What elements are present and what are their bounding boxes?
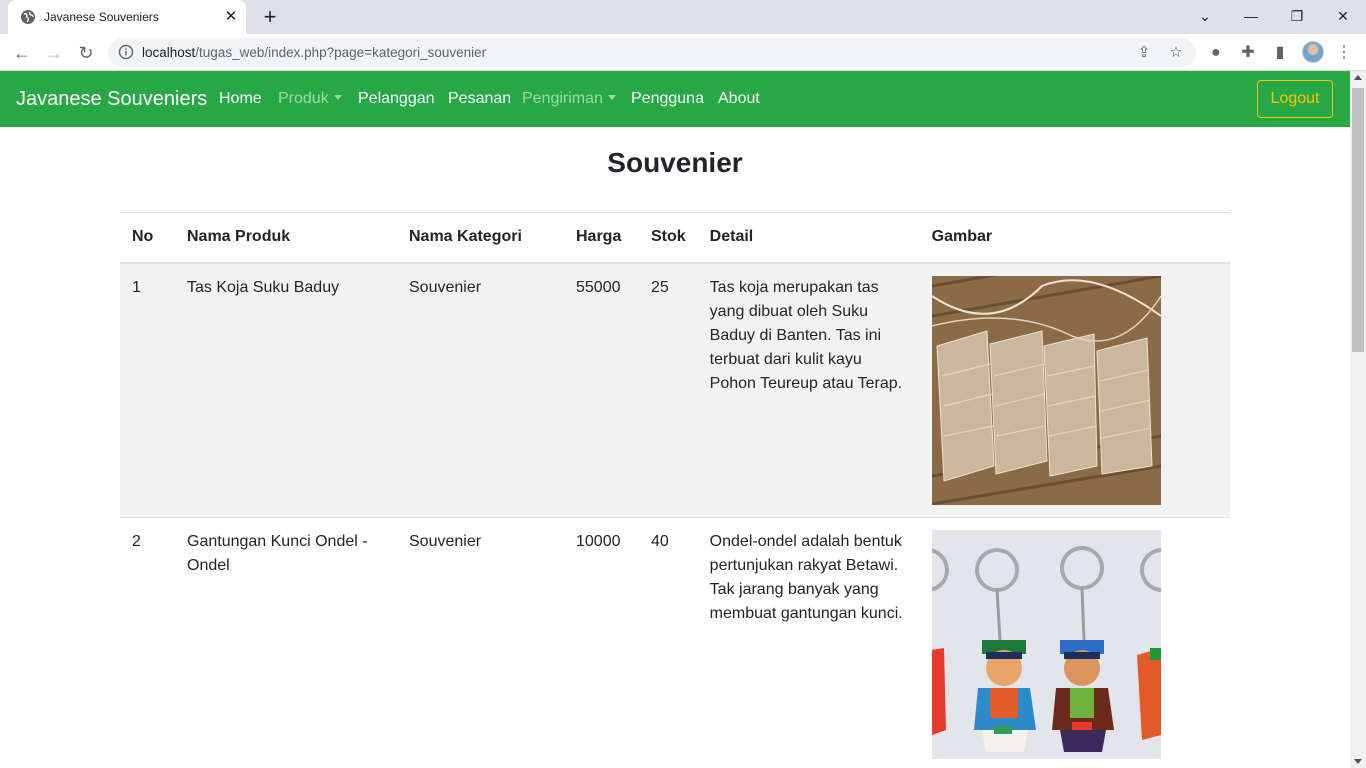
minimize-icon[interactable]: —: [1237, 4, 1265, 28]
cell-no: 2: [120, 516, 175, 768]
cell-nama-produk: Tas Koja Suku Baduy: [175, 262, 397, 517]
cell-detail: Tas koja merupakan tas yang dibuat oleh …: [697, 262, 920, 517]
tab-title: Javanese Souveniers: [44, 10, 159, 24]
tas-koja-product-image: [931, 275, 1161, 505]
address-bar[interactable]: localhost/tugas_web/index.php?page=kateg…: [108, 38, 1196, 67]
scroll-down-arrow-icon[interactable]: [1354, 759, 1362, 764]
ondel-keychain-product-image: [931, 529, 1161, 759]
info-icon[interactable]: [118, 44, 134, 60]
cell-gambar: [919, 516, 1230, 768]
profile-avatar[interactable]: [1302, 41, 1324, 63]
table-row: 1 Tas Koja Suku Baduy Souvenier 55000 25…: [120, 262, 1230, 517]
cell-gambar: [919, 262, 1230, 517]
cell-nama-produk: Gantungan Kunci Ondel - Ondel: [175, 516, 397, 768]
header-gambar: Gambar: [919, 212, 1230, 264]
close-tab-icon[interactable]: ✕: [222, 8, 240, 26]
nav-pengguna[interactable]: Pengguna: [631, 90, 704, 108]
scroll-up-arrow-icon[interactable]: [1354, 75, 1362, 80]
cell-harga: 55000: [564, 262, 639, 517]
page-scrollbar[interactable]: [1350, 71, 1366, 768]
url-text: localhost/tugas_web/index.php?page=kateg…: [142, 45, 487, 60]
navbar-brand[interactable]: Javanese Souveniers: [16, 88, 207, 111]
product-table: No Nama Produk Nama Kategori Harga Stok …: [120, 212, 1230, 768]
browser-tab[interactable]: Javanese Souveniers ✕: [8, 0, 246, 34]
header-harga: Harga: [564, 212, 639, 264]
back-icon[interactable]: ←: [10, 41, 34, 65]
caret-down-icon: [607, 95, 616, 100]
caret-down-icon: [333, 95, 342, 100]
logout-button[interactable]: Logout: [1257, 80, 1333, 118]
header-stok: Stok: [639, 212, 698, 264]
share-icon[interactable]: ⇪: [1133, 42, 1155, 64]
forward-icon[interactable]: →: [42, 41, 66, 65]
page-viewport: Javanese Souveniers Home Produk Pelangga…: [0, 71, 1350, 768]
browser-toolbar: ← → ↻ localhost/tugas_web/index.php?page…: [0, 34, 1366, 71]
nav-pesanan[interactable]: Pesanan: [448, 90, 511, 108]
table-row: 2 Gantungan Kunci Ondel - Ondel Souvenie…: [120, 516, 1230, 768]
nav-pengiriman-dropdown[interactable]: Pengiriman: [522, 90, 616, 108]
header-nama-kategori: Nama Kategori: [397, 212, 564, 264]
side-panel-icon[interactable]: ▮: [1268, 41, 1292, 65]
table-header-row: No Nama Produk Nama Kategori Harga Stok …: [120, 212, 1230, 264]
header-nama-produk: Nama Produk: [175, 212, 397, 264]
menu-kebab-icon[interactable]: ⋮: [1332, 41, 1356, 65]
panda-extension-icon[interactable]: ●: [1204, 41, 1228, 65]
browser-tab-strip: Javanese Souveniers ✕ + ⌄ — ❐ ✕: [0, 0, 1366, 34]
header-no: No: [120, 212, 175, 264]
bookmark-star-icon[interactable]: ☆: [1165, 42, 1187, 64]
cell-detail: Ondel-ondel adalah bentuk pertunjukan ra…: [697, 516, 920, 768]
cell-stok: 25: [639, 262, 698, 517]
nav-home[interactable]: Home: [219, 90, 262, 108]
cell-stok: 40: [639, 516, 698, 768]
scrollbar-thumb[interactable]: [1352, 88, 1364, 352]
close-window-icon[interactable]: ✕: [1329, 4, 1357, 28]
nav-about[interactable]: About: [718, 90, 760, 108]
header-detail: Detail: [697, 212, 920, 264]
restore-icon[interactable]: ❐: [1283, 4, 1311, 28]
site-navbar: Javanese Souveniers Home Produk Pelangga…: [0, 71, 1350, 127]
tab-search-icon[interactable]: ⌄: [1191, 4, 1219, 28]
cell-no: 1: [120, 262, 175, 517]
globe-icon: [21, 10, 35, 24]
cell-kategori: Souvenier: [397, 262, 564, 517]
reload-icon[interactable]: ↻: [74, 41, 98, 65]
extensions-puzzle-icon[interactable]: ✚: [1236, 41, 1260, 65]
nav-pelanggan[interactable]: Pelanggan: [358, 90, 435, 108]
nav-produk-dropdown[interactable]: Produk: [278, 90, 342, 108]
new-tab-icon[interactable]: +: [258, 6, 282, 28]
page-title: Souvenier: [607, 147, 743, 178]
cell-harga: 10000: [564, 516, 639, 768]
cell-kategori: Souvenier: [397, 516, 564, 768]
